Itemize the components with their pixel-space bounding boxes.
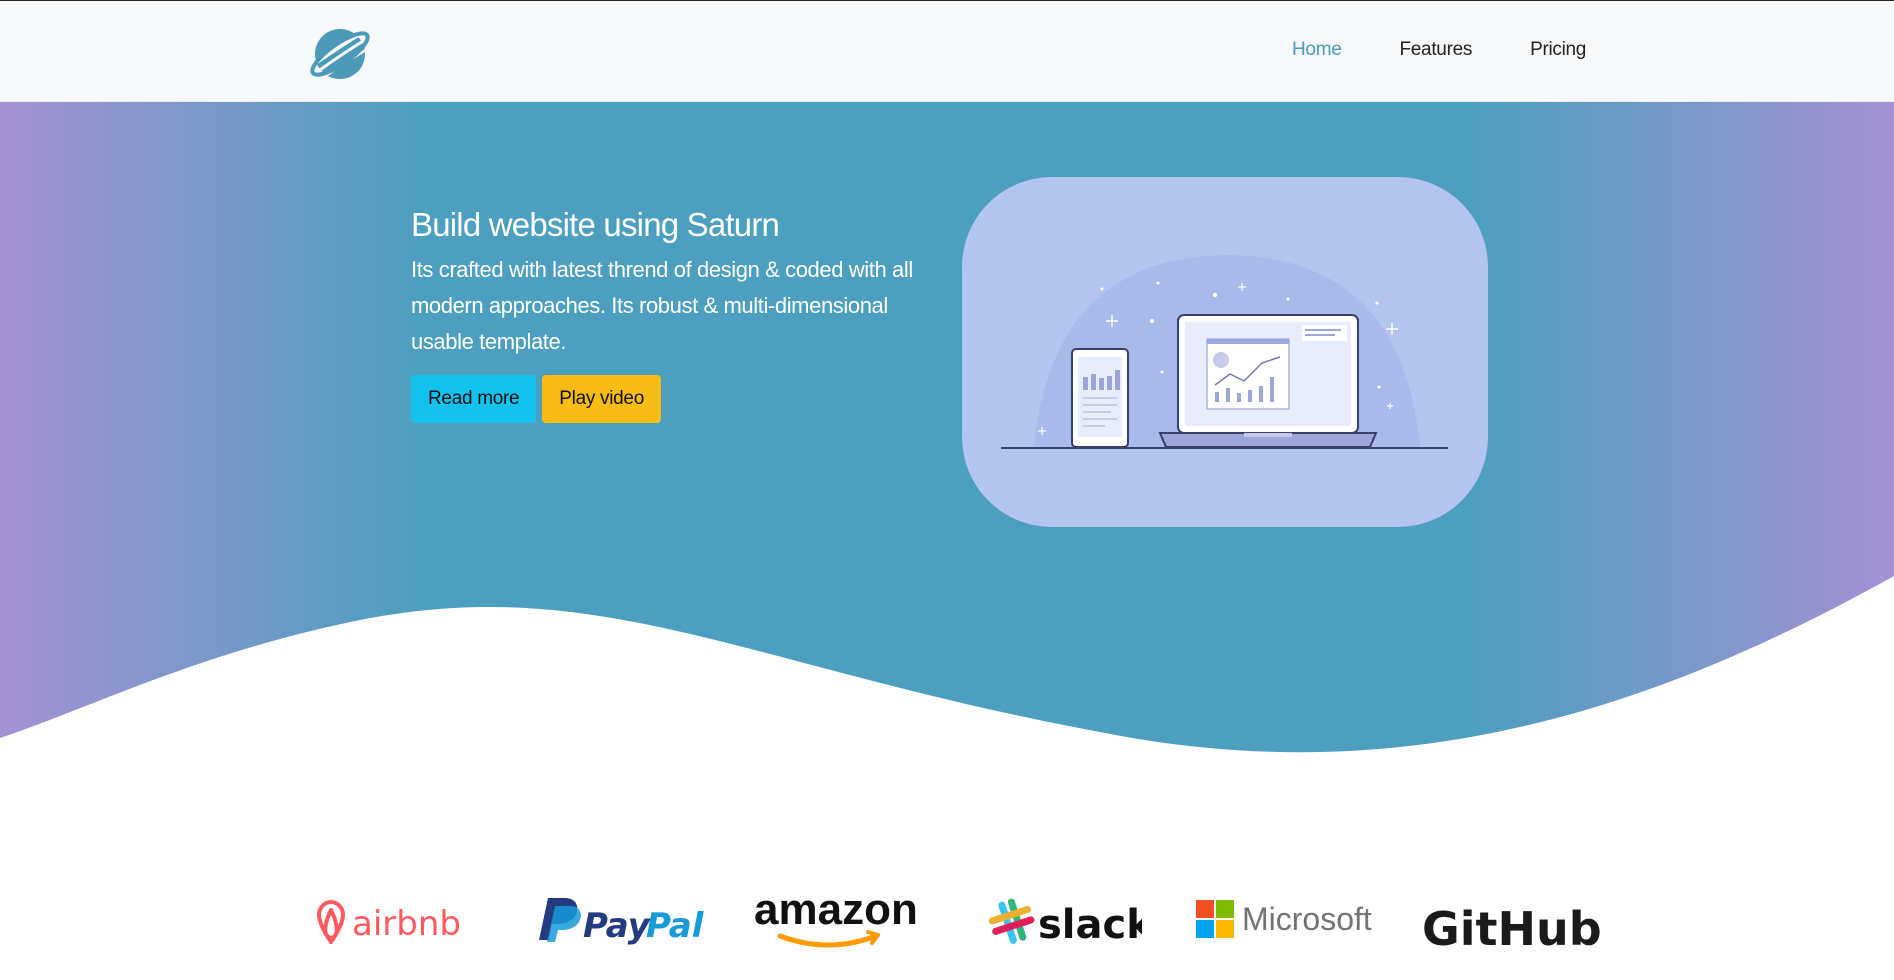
microsoft-logo: Microsoft <box>1196 880 1381 960</box>
brand-logos-row: airbnb Pay Pal amazon slack Microsoft Gi… <box>300 880 1620 960</box>
read-more-button[interactable]: Read more <box>411 375 537 423</box>
hero-text-block: Build website using Saturn Its crafted w… <box>411 206 931 423</box>
hero-illustration <box>962 177 1488 527</box>
amazon-logo: amazon <box>748 880 928 960</box>
airbnb-logo: airbnb <box>308 880 473 960</box>
hero-title: Build website using Saturn <box>411 206 780 243</box>
hero-description: Its crafted with latest thrend of design… <box>411 257 913 354</box>
navbar: Home Features Pricing <box>0 0 1894 102</box>
saturn-logo-icon[interactable] <box>307 20 373 86</box>
hero-buttons: Read more Play video <box>411 375 931 423</box>
nav-pricing-link[interactable]: Pricing <box>1530 39 1586 61</box>
hero-wave-background <box>0 102 1894 753</box>
svg-text:Pal: Pal <box>646 906 705 946</box>
svg-text:amazon: amazon <box>754 885 918 934</box>
svg-text:airbnb: airbnb <box>352 904 461 944</box>
nav-home-link[interactable]: Home <box>1292 39 1342 61</box>
devices-illustration <box>1001 255 1448 449</box>
nav-links: Home Features Pricing <box>1292 39 1644 61</box>
play-video-button[interactable]: Play video <box>542 375 661 423</box>
nav-features-link[interactable]: Features <box>1399 39 1472 61</box>
github-logo: GitHub <box>1418 880 1618 960</box>
svg-text:slack: slack <box>1038 902 1142 948</box>
slack-logo: slack <box>982 880 1154 960</box>
paypal-logo: Pay Pal <box>525 880 710 960</box>
svg-text:GitHub: GitHub <box>1422 902 1602 956</box>
svg-text:Pay: Pay <box>583 906 652 946</box>
svg-text:Microsoft: Microsoft <box>1242 901 1372 937</box>
